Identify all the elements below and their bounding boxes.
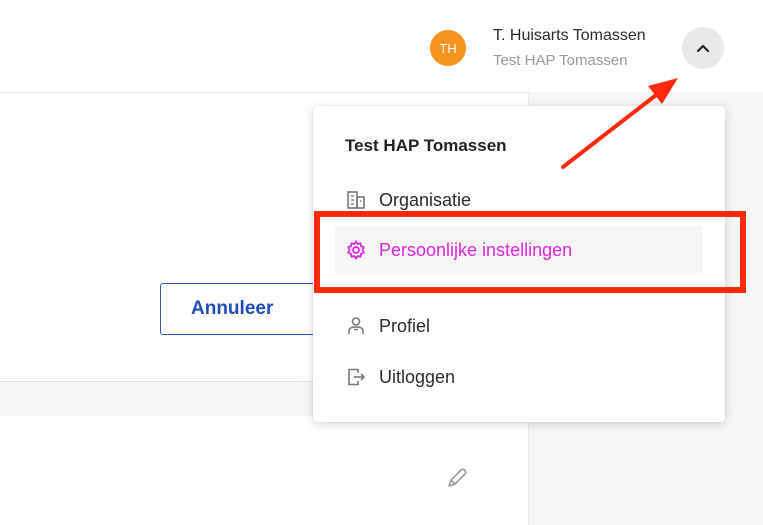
chevron-up-icon [696, 44, 710, 53]
building-icon [345, 189, 367, 211]
menu-item-label: Uitloggen [379, 366, 456, 387]
logout-icon [345, 366, 367, 388]
menu-item-label: Organisatie [379, 189, 472, 210]
annotation-highlight-box [314, 211, 746, 293]
menu-item-label: Profiel [379, 315, 431, 336]
user-name: T. Huisarts Tomassen [493, 27, 646, 44]
user-menu-toggle[interactable] [682, 27, 724, 69]
avatar[interactable]: TH [430, 30, 466, 66]
cancel-button[interactable]: Annuleer [160, 283, 330, 335]
dropdown-organization-title: Test HAP Tomassen [345, 136, 507, 155]
menu-item-profiel[interactable]: Profiel [335, 302, 703, 350]
user-organization: Test HAP Tomassen [493, 52, 628, 69]
pencil-icon[interactable] [445, 466, 469, 490]
app-header [0, 0, 763, 92]
menu-item-uitloggen[interactable]: Uitloggen [335, 353, 703, 401]
person-icon [345, 315, 367, 337]
